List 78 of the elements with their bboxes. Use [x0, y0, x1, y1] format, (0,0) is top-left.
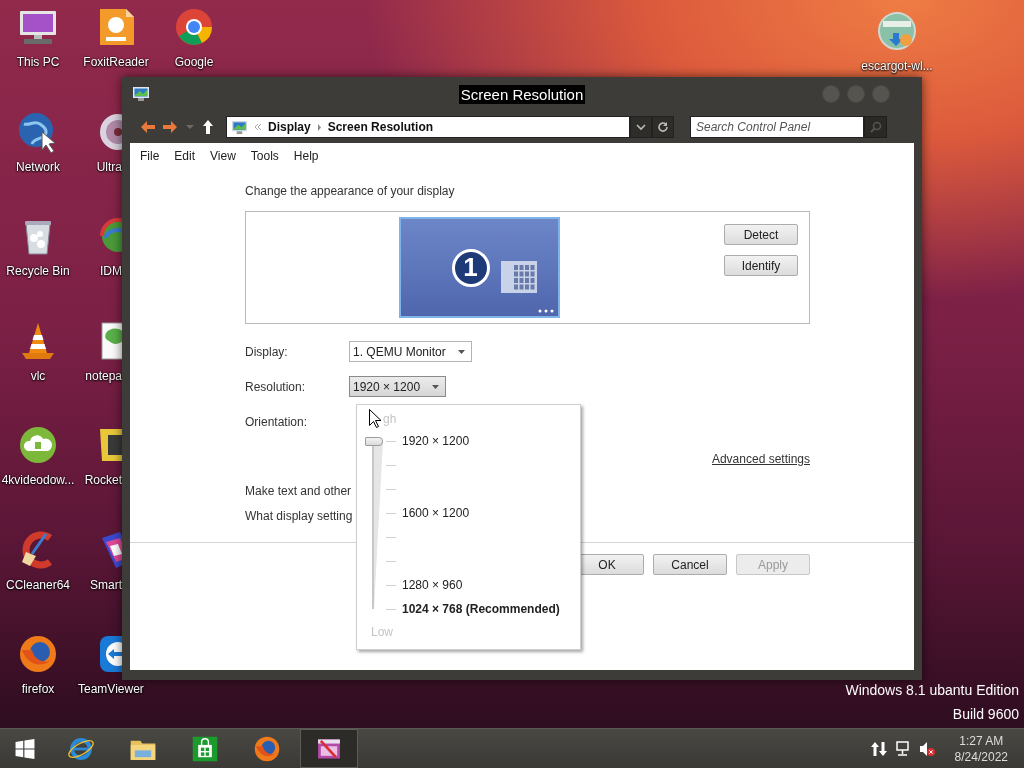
- caret-icon: [186, 125, 194, 129]
- field-label: Display:: [245, 344, 289, 359]
- icon-label[interactable]: notepa: [85, 368, 122, 383]
- icon-label[interactable]: This PC: [16, 55, 60, 69]
- icon-label[interactable]: IDM: [100, 264, 122, 278]
- detect-button[interactable]: Detect: [724, 224, 798, 245]
- menu-item[interactable]: Tools: [250, 148, 279, 163]
- icon-label[interactable]: FoxitReader: [83, 55, 149, 69]
- right-arrow-icon: [162, 120, 178, 134]
- slider-thumb[interactable]: [365, 436, 383, 446]
- caret-icon: [457, 349, 465, 354]
- left-arrow-icon: [140, 120, 156, 134]
- chevron-down-icon: [636, 123, 646, 131]
- slider-end-label: gh: [383, 411, 397, 427]
- icon-label[interactable]: Google: [174, 55, 214, 69]
- search-icon: [869, 121, 882, 133]
- icon-label[interactable]: 4kvideodow...: [1, 473, 75, 487]
- slider-end-label: Low: [371, 624, 393, 640]
- back-button[interactable]: [140, 120, 156, 134]
- monitor-icon: [132, 86, 150, 102]
- display-number: 1: [451, 248, 490, 287]
- dots-icon: [538, 309, 554, 313]
- icon-label[interactable]: vlc: [30, 368, 46, 383]
- apply-button: Apply: [736, 554, 810, 575]
- menu-item[interactable]: File: [140, 148, 160, 163]
- cursor-icon: [369, 409, 381, 428]
- advanced-settings-link[interactable]: Advanced settings: [711, 449, 810, 469]
- up-button[interactable]: [202, 119, 214, 135]
- window-title: Screen Resolution: [458, 84, 586, 104]
- refresh-icon: [657, 121, 669, 133]
- forward-button[interactable]: [162, 120, 178, 134]
- search-field[interactable]: Search Control Panel: [690, 116, 864, 138]
- up-down-arrows-icon[interactable]: [870, 740, 887, 757]
- network-icon[interactable]: [894, 740, 911, 757]
- icon-label[interactable]: firefox: [21, 682, 55, 696]
- icon-label[interactable]: TeamViewer: [78, 682, 144, 696]
- clock[interactable]: 1:27 AM 8/24/2022: [954, 732, 1008, 765]
- dropdown[interactable]: 1920 × 1200: [349, 376, 447, 397]
- globe-icon: [875, 9, 919, 53]
- icon-label[interactable]: Recycle Bin: [6, 264, 70, 278]
- clock-time: 1:27 AM: [959, 732, 1004, 749]
- refresh-button[interactable]: [652, 116, 674, 138]
- breadcrumb[interactable]: Screen Resolution: [327, 120, 434, 134]
- resolution-option[interactable]: 1024 × 768 (Recommended): [402, 602, 560, 616]
- edition-text: Windows 8.1 ubantu Edition: [845, 681, 1019, 700]
- menu-item[interactable]: Edit: [174, 148, 196, 163]
- clock-date: 8/24/2022: [954, 748, 1008, 765]
- muted-speaker-icon[interactable]: [918, 740, 935, 757]
- settings-text: What display setting: [245, 508, 353, 524]
- icon-label[interactable]: Smart: [90, 577, 122, 592]
- resolution-option[interactable]: 1280 × 960: [402, 578, 463, 592]
- keypad-icon: [501, 261, 537, 293]
- menu-item[interactable]: View: [210, 148, 236, 163]
- resolution-option[interactable]: 1600 × 1200: [402, 506, 470, 520]
- taskbar-button[interactable]: [300, 729, 358, 768]
- caret-icon: [432, 384, 440, 389]
- edition-text: Build 9600: [952, 705, 1019, 724]
- dropdown[interactable]: 1. QEMU Monitor: [349, 341, 472, 362]
- up-arrow-icon: [202, 119, 214, 135]
- settings-text: Make text and other: [245, 483, 352, 499]
- cancel-button[interactable]: Cancel: [653, 554, 727, 575]
- field-label: Orientation:: [245, 414, 309, 429]
- chevron-icon: [316, 123, 322, 131]
- resolution-option[interactable]: 1920 × 1200: [402, 434, 470, 448]
- identify-button[interactable]: Identify: [724, 255, 798, 276]
- address-dropdown[interactable]: [630, 116, 652, 138]
- menu-item[interactable]: Help: [293, 148, 319, 163]
- icon-label[interactable]: CCleaner64: [5, 577, 70, 592]
- address-bar[interactable]: Display Screen Resolution: [226, 116, 630, 138]
- icon-label[interactable]: Rocket: [84, 473, 122, 487]
- monitor-tile[interactable]: 1: [399, 217, 560, 318]
- monitor-icon: [231, 119, 248, 135]
- breadcrumb[interactable]: Display: [268, 120, 311, 134]
- field-label: Resolution:: [245, 379, 307, 394]
- double-chevron-icon: [254, 123, 262, 131]
- icon-label[interactable]: Ultra: [96, 159, 122, 174]
- section-heading: Change the appearance of your display: [245, 184, 456, 199]
- icon-label[interactable]: Network: [16, 159, 60, 174]
